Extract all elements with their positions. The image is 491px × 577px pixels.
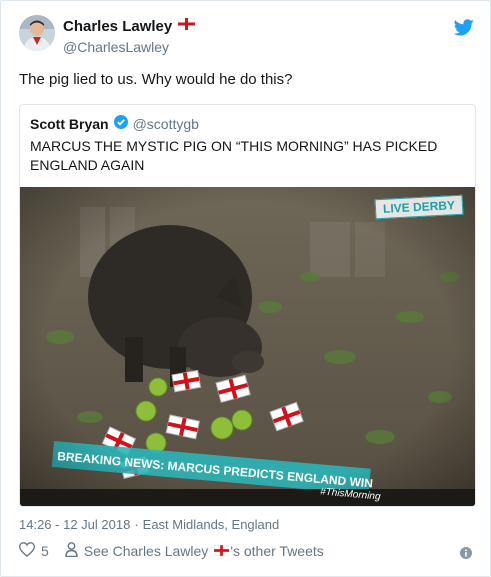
heart-icon	[18, 542, 36, 560]
tweet-actions: 5 See Charles Lawley 's other Tweets	[18, 542, 324, 560]
author-avatar[interactable]	[19, 15, 55, 51]
like-count: 5	[41, 543, 49, 559]
like-button[interactable]: 5	[18, 542, 49, 560]
author-name[interactable]: Charles Lawley	[63, 18, 172, 35]
england-flag-icon	[177, 17, 196, 35]
england-flag-small-icon	[214, 543, 230, 559]
tweet-location[interactable]: East Midlands, England	[143, 517, 280, 532]
meta-separator: ·	[134, 517, 139, 532]
quoted-media-image[interactable]: LIVE DERBY BREAKING NEWS: MARCUS PREDICT…	[20, 187, 475, 506]
person-icon	[65, 542, 78, 560]
tweet-text: The pig lied to us. Why would he do this…	[19, 71, 293, 88]
tweet-card: Charles Lawley @CharlesLawley The pig li…	[0, 0, 491, 577]
tweet-meta: 14:26 - 12 Jul 2018 · East Midlands, Engla…	[19, 517, 279, 532]
quoted-author-handle[interactable]: @scottygb	[133, 116, 199, 132]
author-handle[interactable]: @CharlesLawley	[63, 39, 169, 55]
tweet-timestamp[interactable]: 14:26 - 12 Jul 2018	[19, 517, 130, 532]
twitter-bird-icon[interactable]	[453, 19, 474, 41]
see-other-tweets-prefix: See Charles Lawley	[83, 543, 209, 559]
see-other-tweets-link[interactable]: See Charles Lawley 's other Tweets	[65, 542, 324, 560]
see-other-tweets-suffix: 's other Tweets	[230, 543, 324, 559]
quoted-tweet-text: MARCUS THE MYSTIC PIG ON “THIS MORNING” …	[30, 138, 438, 173]
info-icon[interactable]	[460, 546, 472, 564]
quoted-tweet[interactable]: Scott Bryan @scottygb MARCUS THE MYSTIC …	[19, 104, 476, 507]
quoted-author-name[interactable]: Scott Bryan	[30, 116, 109, 132]
verified-badge-icon	[113, 115, 128, 132]
